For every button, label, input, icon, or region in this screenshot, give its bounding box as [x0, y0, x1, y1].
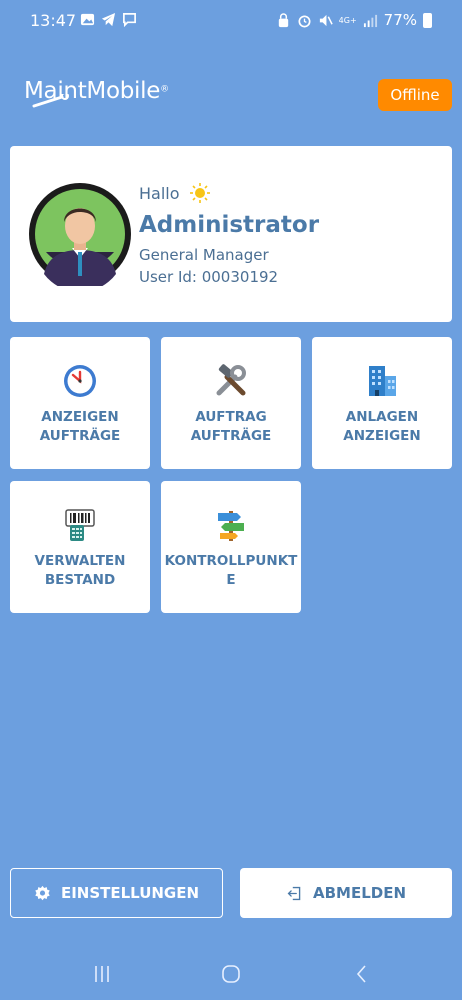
battery-percent: 77%: [383, 11, 417, 29]
tile-label: ANZEIGEN AUFTRÄGE: [39, 409, 121, 444]
lock-icon: [278, 12, 288, 27]
tools-icon: [216, 364, 246, 396]
tile-anlagen-anzeigen[interactable]: ANLAGEN ANZEIGEN: [312, 337, 452, 469]
gear-icon: [35, 885, 50, 900]
greeting-text: Hallo: [139, 183, 180, 203]
system-nav-bar: [0, 950, 462, 1000]
tile-label: VERWALTEN BESTAND: [34, 553, 126, 588]
logout-icon: [287, 886, 301, 900]
avatar: [29, 183, 131, 286]
user-role: General Manager: [139, 246, 269, 264]
greeting: Hallo: [139, 183, 210, 203]
battery-icon: [423, 12, 432, 28]
tile-label: KONTROLLPUNKT E: [164, 553, 298, 588]
profile-card: Hallo Administrator General Manager User…: [10, 146, 452, 322]
settings-button[interactable]: EINSTELLUNGEN: [10, 868, 223, 918]
app-screen: 13:47 4G+ 77% MaintMobile® Offline Hallo…: [0, 0, 462, 1000]
app-logo: MaintMobile®: [24, 78, 169, 114]
tile-label: AUFTRAG AUFTRÄGE: [190, 409, 272, 444]
sun-icon: [189, 183, 210, 203]
signal-icon: [363, 14, 377, 27]
logo-mark: ®: [160, 84, 170, 95]
wrench-logo-icon: [32, 94, 69, 108]
tile-anzeigen-auftraege[interactable]: ANZEIGEN AUFTRÄGE: [10, 337, 150, 469]
status-time: 13:47: [30, 11, 77, 30]
tile-verwalten-bestand[interactable]: VERWALTEN BESTAND: [10, 481, 150, 613]
clock-icon: [64, 365, 96, 397]
alarm-icon: [298, 14, 311, 27]
tile-auftrag-auftraege[interactable]: AUFTRAG AUFTRÄGE: [161, 337, 301, 469]
telegram-icon: [101, 12, 116, 27]
barcode-scanner-icon: [65, 509, 95, 541]
settings-label: EINSTELLUNGEN: [60, 884, 200, 902]
mute-icon: [319, 14, 333, 26]
logout-label: ABMELDEN: [312, 884, 407, 902]
home-icon[interactable]: [219, 962, 243, 986]
status-bar: 13:47 4G+ 77%: [0, 0, 462, 44]
tile-label: ANLAGEN ANZEIGEN: [343, 409, 421, 444]
logout-button[interactable]: ABMELDEN: [240, 868, 452, 918]
back-icon[interactable]: [350, 962, 374, 986]
user-name: Administrator: [139, 212, 320, 238]
gallery-icon: [80, 13, 95, 26]
signpost-icon: [218, 511, 244, 541]
offline-badge[interactable]: Offline: [378, 79, 452, 111]
building-icon: [369, 366, 396, 396]
status-right-icons: 4G+ 77%: [276, 11, 432, 29]
network-type: 4G+: [338, 15, 357, 25]
tile-kontrollpunkte[interactable]: KONTROLLPUNKT E: [161, 481, 301, 613]
message-icon: [123, 13, 136, 27]
user-id: User Id: 00030192: [139, 268, 279, 286]
notification-icons: [80, 12, 137, 27]
recent-apps-icon[interactable]: [90, 962, 114, 986]
